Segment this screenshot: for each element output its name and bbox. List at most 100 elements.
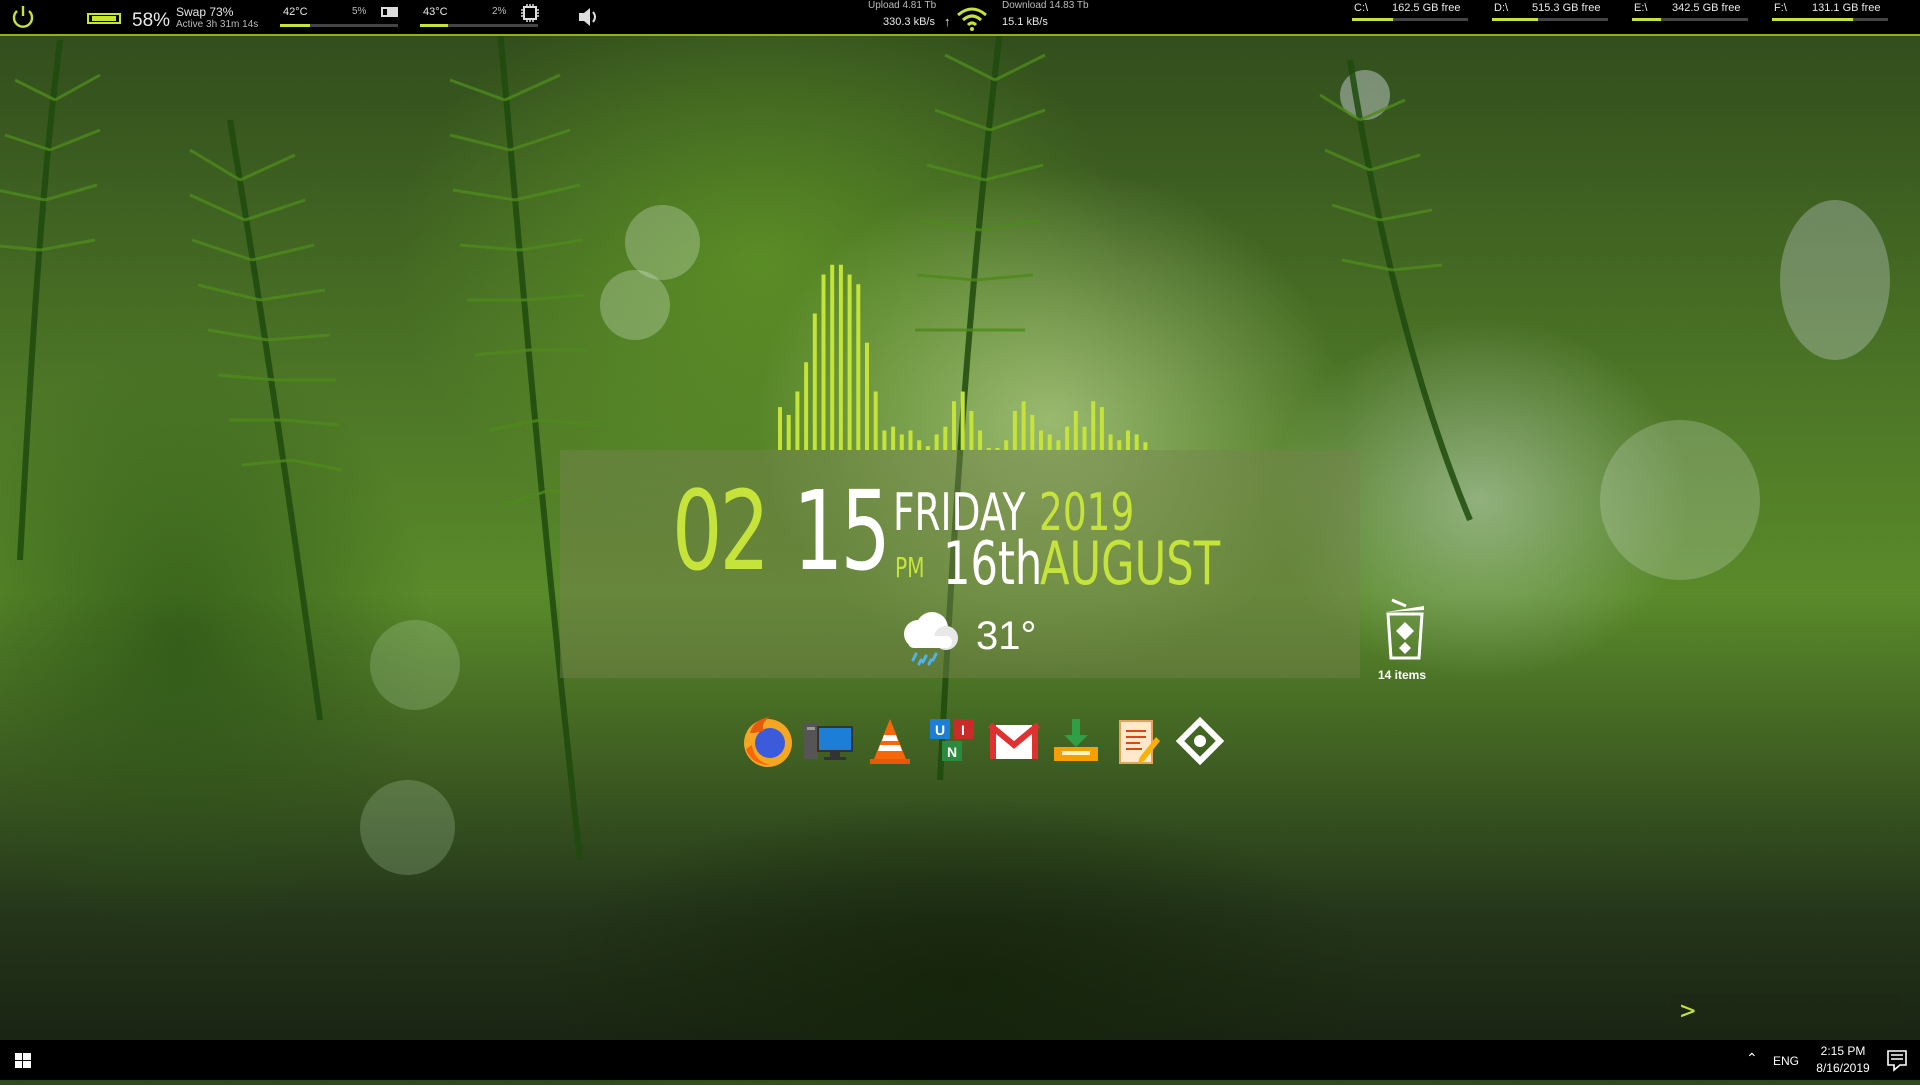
recycle-bin-count: 14 items (1378, 668, 1427, 682)
visualizer-bar (1082, 426, 1087, 450)
notepad-icon[interactable] (1110, 713, 1166, 769)
svg-text:I: I (961, 722, 965, 738)
drive-free: 131.1 GB free (1812, 2, 1881, 14)
temperature: 31° (976, 614, 1037, 658)
svg-text:U: U (935, 722, 945, 738)
gpu-icon (381, 7, 398, 17)
power-icon (12, 6, 34, 28)
visualizer-bar (1021, 401, 1026, 450)
visualizer-bar (795, 391, 800, 450)
visualizer-bar (908, 430, 913, 450)
visualizer-bar (873, 391, 878, 450)
drive-label: C:\ (1354, 2, 1369, 14)
notification-button[interactable] (1874, 1040, 1920, 1080)
clock-hour: 02 (672, 467, 770, 595)
vlc-icon[interactable] (862, 713, 918, 769)
visualizer-bar (786, 414, 791, 450)
visualizer-bar (830, 264, 835, 450)
gpu-temp: 42°C (283, 6, 308, 18)
taskbar: ⌃ ENG 2:15 PM 8/16/2019 (0, 1040, 1920, 1080)
this-pc-icon[interactable] (800, 713, 856, 769)
cpu-usage: 2% (492, 6, 507, 17)
upload-total: Upload 4.81 Tb (868, 0, 937, 11)
gpu-usage: 5% (352, 6, 367, 17)
visualizer-bar (1108, 434, 1113, 450)
visualizer-bar (1091, 401, 1096, 450)
firefox-icon[interactable] (740, 713, 796, 769)
network-monitor: Upload 4.81 Tb 330.3 kB/s ↑ Download 14.… (860, 0, 1120, 34)
visualizer-bar (978, 430, 983, 450)
drive-d: D:\ 515.3 GB free (1492, 0, 1612, 34)
cpu-meter: 43°C 2% (420, 0, 540, 34)
terminal-widget[interactable]: > (1670, 994, 1900, 1028)
svg-text:N: N (947, 744, 957, 760)
upload-arrow-icon: ↑ (944, 14, 951, 29)
gmail-icon[interactable] (986, 713, 1042, 769)
visualizer-bar (847, 274, 852, 450)
cpu-bar-fill (420, 24, 448, 27)
system-monitor-bar: 58% Swap 73% Active 3h 31m 14s 42°C 5% 4… (0, 0, 1920, 36)
wifi-icon (957, 7, 987, 31)
visualizer-bar (952, 401, 956, 450)
visualizer-bar (891, 426, 896, 450)
rain-cloud-icon (904, 612, 958, 666)
day-of-month: 16th (943, 529, 1043, 599)
notification-icon (1887, 1050, 1907, 1072)
gpu-meter: 42°C 5% (280, 0, 400, 34)
active-time: Active 3h 31m 14s (176, 19, 259, 30)
visualizer-bar (1030, 414, 1035, 450)
visualizer-bar (1126, 430, 1130, 450)
drive-free: 515.3 GB free (1532, 2, 1601, 14)
drive-bar-fill (1492, 18, 1538, 21)
drive-c: C:\ 162.5 GB free (1352, 0, 1472, 34)
power-button[interactable] (8, 0, 38, 34)
drive-e: E:\ 342.5 GB free (1632, 0, 1752, 34)
cpu-temp: 43°C (423, 6, 448, 18)
visualizer-bar (778, 407, 782, 450)
visualizer-bar (943, 426, 948, 450)
upload-rate: 330.3 kB/s (883, 16, 935, 28)
drive-bar-fill (1772, 18, 1853, 21)
visualizer-bar (1117, 440, 1122, 450)
visualizer-bar (838, 264, 843, 450)
visualizer-bar (899, 434, 904, 450)
windows-icon (15, 1053, 31, 1068)
visualizer-bar (1099, 407, 1104, 450)
download-total: Download 14.83 Tb (1002, 0, 1089, 11)
visualizer-bar (804, 362, 809, 450)
month: AUGUST (1040, 529, 1221, 599)
start-button[interactable] (0, 1040, 46, 1080)
visualizer-bar (969, 411, 974, 450)
audio-visualizer (778, 264, 1148, 450)
drive-label: D:\ (1494, 2, 1509, 14)
visualizer-bar (917, 440, 922, 450)
language-indicator[interactable]: ENG (1773, 1054, 1799, 1068)
visualizer-bar (856, 284, 861, 450)
gpu-bar-fill (280, 24, 310, 27)
download-manager-icon[interactable] (1048, 713, 1104, 769)
download-rate: 15.1 kB/s (1002, 16, 1048, 28)
recycle-bin-icon (1386, 598, 1424, 660)
visualizer-bar (812, 313, 817, 450)
visualizer-bar (865, 342, 869, 450)
visualizer-bar (821, 274, 826, 450)
terminal-prompt: > (1680, 996, 1696, 1026)
recycle-bin[interactable]: 14 items (1374, 596, 1436, 686)
drive-free: 162.5 GB free (1392, 2, 1461, 14)
visualizer-bar (1056, 440, 1061, 450)
visualizer-bar (882, 430, 887, 450)
visualizer-bar (1004, 440, 1009, 450)
volume-control[interactable] (576, 0, 602, 34)
uni-icon[interactable]: U I N (924, 713, 980, 769)
drive-free: 342.5 GB free (1672, 2, 1741, 14)
tray-expand-icon[interactable]: ⌃ (1746, 1050, 1758, 1067)
drive-bar-fill (1352, 18, 1393, 21)
visualizer-bar (1047, 434, 1052, 450)
gitkraken-icon[interactable] (1172, 713, 1228, 769)
visualizer-bar (1065, 426, 1070, 450)
drive-label: E:\ (1634, 2, 1648, 14)
drive-label: F:\ (1774, 2, 1787, 14)
visualizer-bar (1073, 411, 1078, 450)
visualizer-bar (1134, 434, 1139, 450)
visualizer-bar (1039, 430, 1043, 450)
